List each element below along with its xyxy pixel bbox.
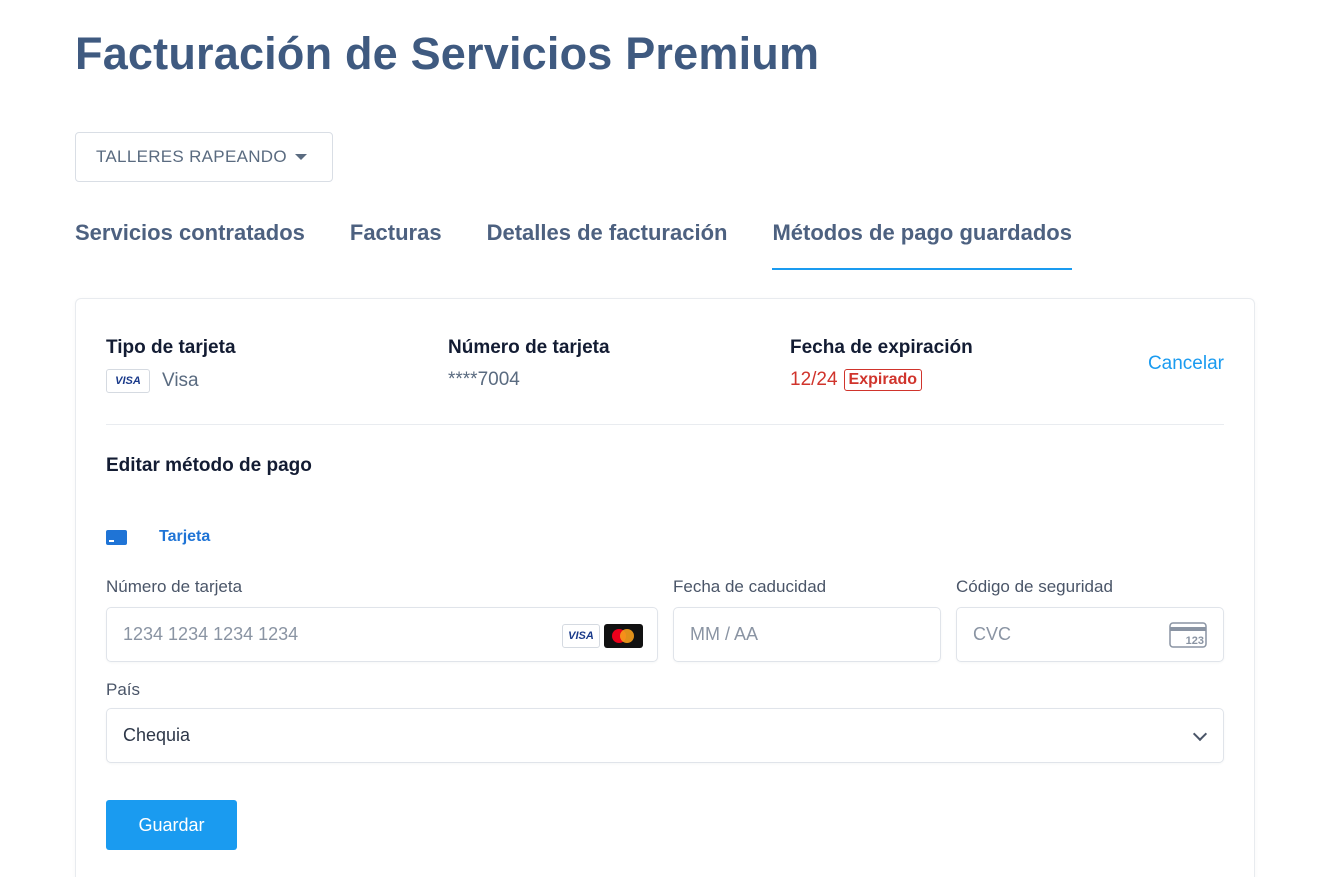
visa-logo-icon: VISA	[106, 369, 150, 393]
save-button[interactable]: Guardar	[106, 800, 237, 850]
expired-badge: Expirado	[843, 369, 923, 391]
visa-brand-icon: VISA	[562, 624, 600, 648]
card-type-value: Visa	[162, 370, 199, 391]
tab-servicios-contratados[interactable]: Servicios contratados	[75, 212, 305, 270]
billing-page: Facturación de Servicios Premium TALLERE…	[0, 0, 1331, 877]
card-brand-icons: VISA	[562, 624, 643, 648]
mastercard-brand-icon	[604, 624, 643, 648]
card-expiry-value: 12/24	[790, 369, 838, 390]
country-select[interactable]: Chequia	[106, 708, 1224, 763]
payment-method-card: Tipo de tarjeta VISA Visa Número de tarj…	[75, 298, 1255, 877]
cancel-link[interactable]: Cancelar	[1148, 353, 1224, 375]
organization-dropdown[interactable]: TALLERES RAPEANDO	[75, 132, 333, 182]
expiry-field-label: Fecha de caducidad	[673, 577, 827, 596]
cvc-input[interactable]: CVC 123	[956, 607, 1224, 662]
card-number-placeholder: 1234 1234 1234 1234	[123, 624, 299, 644]
country-field-label: País	[106, 680, 141, 699]
cvc-icon-text: 123	[1186, 635, 1204, 647]
chevron-down-icon	[1192, 726, 1208, 742]
expiry-input[interactable]: MM / AA	[673, 607, 941, 662]
payment-method-tab-card[interactable]: Tarjeta	[106, 528, 210, 546]
card-type-column: Tipo de tarjeta VISA Visa	[106, 337, 236, 393]
billing-tabs: Servicios contratados Facturas Detalles …	[75, 212, 1117, 270]
cvc-card-icon: 123	[1169, 622, 1207, 648]
country-select-value: Chequia	[123, 725, 191, 745]
cvc-placeholder: CVC	[973, 624, 1012, 644]
payment-method-tab-label: Tarjeta	[159, 528, 211, 545]
card-type-label: Tipo de tarjeta	[106, 337, 236, 358]
tab-facturas[interactable]: Facturas	[350, 212, 442, 270]
divider	[106, 424, 1224, 425]
card-number-input[interactable]: 1234 1234 1234 1234 VISA	[106, 607, 658, 662]
tab-detalles-facturacion[interactable]: Detalles de facturación	[487, 212, 728, 270]
card-expiry-label: Fecha de expiración	[790, 337, 973, 358]
caret-down-icon	[294, 154, 307, 160]
card-number-value: ****7004	[448, 369, 520, 390]
organization-dropdown-value: TALLERES RAPEANDO	[96, 147, 287, 166]
cvc-field-label: Código de seguridad	[956, 577, 1113, 596]
page-title: Facturación de Servicios Premium	[75, 28, 820, 79]
edit-payment-title: Editar método de pago	[106, 455, 312, 476]
credit-card-icon	[106, 529, 127, 545]
saved-card-summary: Tipo de tarjeta VISA Visa Número de tarj…	[106, 337, 1224, 397]
card-number-column: Número de tarjeta ****7004	[448, 337, 610, 391]
tab-metodos-pago[interactable]: Métodos de pago guardados	[772, 212, 1073, 270]
card-expiry-column: Fecha de expiración 12/24 Expirado	[790, 337, 973, 391]
expiry-placeholder: MM / AA	[690, 624, 759, 644]
card-number-label: Número de tarjeta	[448, 337, 610, 358]
card-number-field-label: Número de tarjeta	[106, 577, 243, 596]
